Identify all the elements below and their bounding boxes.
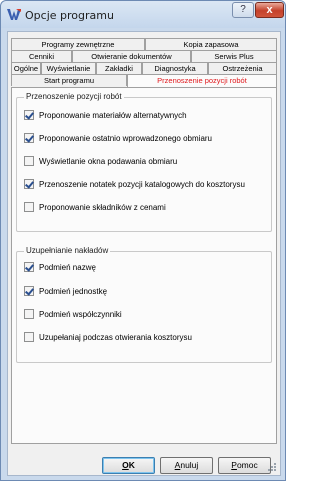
- tab-row-3: Ogólne Wyświetlanie Zakładki Diagnostyka…: [11, 62, 277, 74]
- tab-row-2: Cenniki Otwieranie dokumentów Serwis Plu…: [11, 50, 277, 62]
- checkbox-label: Podmień jednostkę: [39, 286, 108, 296]
- checkbox-label: Podmień nazwę: [39, 262, 96, 272]
- checkbox[interactable]: [24, 110, 34, 120]
- help-title-button[interactable]: ?: [232, 2, 254, 18]
- option-notatki-pozycji[interactable]: Przenoszenie notatek pozycji katalogowyc…: [24, 178, 245, 190]
- tab-panel: Przenoszenie pozycji robót Proponowanie …: [11, 87, 277, 444]
- group-title: Uzupełnianie nakładów: [24, 246, 111, 256]
- tab-serwis-plus[interactable]: Serwis Plus: [191, 50, 277, 62]
- resize-grip-icon[interactable]: [267, 462, 277, 472]
- cancel-button[interactable]: Anuluj: [160, 457, 213, 474]
- option-podmien-wspolczynniki[interactable]: Podmień współczynniki: [24, 308, 122, 320]
- option-okno-obmiaru[interactable]: Wyświetlanie okna podawania obmiaru: [24, 155, 177, 167]
- help-label-rest: omoc: [236, 460, 258, 470]
- checkbox[interactable]: [24, 202, 34, 212]
- ok-hotkey: O: [122, 460, 129, 470]
- tab-wyswietlanie[interactable]: Wyświetlanie: [41, 62, 96, 74]
- close-icon: x: [266, 4, 273, 16]
- group-uzupelnianie-nakladow: Uzupełnianie nakładów Podmień nazwę Podm…: [16, 246, 272, 363]
- tab-przenoszenie-pozycji-robot[interactable]: Przenoszenie pozycji robót: [127, 74, 277, 87]
- tab-row-4: Start programu Przenoszenie pozycji robó…: [11, 74, 277, 87]
- cancel-label-rest: nuluj: [180, 460, 199, 470]
- checkbox-label: Podmień współczynniki: [39, 309, 122, 319]
- app-logo-icon: [7, 9, 21, 20]
- group-title: Przenoszenie pozycji robót: [24, 92, 124, 102]
- checkbox-label: Wyświetlanie okna podawania obmiaru: [39, 156, 178, 166]
- tab-programy-zewnetrzne[interactable]: Programy zewnętrzne: [11, 38, 145, 50]
- option-podmien-jednostke[interactable]: Podmień jednostkę: [24, 285, 107, 297]
- tab-ogolne[interactable]: Ogólne: [11, 62, 41, 74]
- checkbox-label: Proponowanie składników z cenami: [39, 202, 166, 212]
- tab-zakladki[interactable]: Zakładki: [96, 62, 142, 74]
- tab-diagnostyka[interactable]: Diagnostyka: [142, 62, 208, 74]
- checkbox-label: Proponowanie materiałów alternatywnych: [39, 110, 187, 120]
- tab-row-1: Programy zewnętrzne Kopia zapasowa: [11, 38, 277, 50]
- checkbox-label: Proponowanie ostatnio wprowadzonego obmi…: [39, 133, 212, 143]
- options-dialog: Opcje programu ? x Programy zewnętrzne K…: [0, 0, 286, 481]
- tab-otwieranie-dokumentow[interactable]: Otwieranie dokumentów: [72, 50, 191, 62]
- tab-cenniki[interactable]: Cenniki: [11, 50, 72, 62]
- option-uzupelniaj-przy-otwieraniu[interactable]: Uzupełaniaj podczas otwierania kosztorys…: [24, 331, 192, 343]
- window-title: Opcje programu: [25, 9, 114, 22]
- option-skladniki-z-cenami[interactable]: Proponowanie składników z cenami: [24, 201, 166, 213]
- title-bar[interactable]: Opcje programu ? x: [1, 1, 285, 28]
- option-ostatni-obmiar[interactable]: Proponowanie ostatnio wprowadzonego obmi…: [24, 132, 212, 144]
- ok-label-rest: K: [128, 460, 135, 470]
- option-materialy-alternatywne[interactable]: Proponowanie materiałów alternatywnych: [24, 109, 187, 121]
- question-icon: ?: [240, 4, 246, 15]
- checkbox[interactable]: [24, 309, 34, 319]
- tab-start-programu[interactable]: Start programu: [11, 74, 127, 86]
- ok-button[interactable]: OK: [102, 457, 155, 474]
- checkbox-label: Przenoszenie notatek pozycji katalogowyc…: [39, 179, 245, 189]
- option-podmien-nazwe[interactable]: Podmień nazwę: [24, 261, 96, 273]
- dialog-body: Programy zewnętrzne Kopia zapasowa Cenni…: [7, 31, 281, 476]
- group-przenoszenie-pozycji: Przenoszenie pozycji robót Proponowanie …: [16, 92, 272, 232]
- tab-kopia-zapasowa[interactable]: Kopia zapasowa: [145, 38, 277, 50]
- close-button[interactable]: x: [255, 2, 284, 18]
- checkbox[interactable]: [24, 179, 34, 189]
- checkbox[interactable]: [24, 286, 34, 296]
- checkbox[interactable]: [24, 133, 34, 143]
- checkbox[interactable]: [24, 156, 34, 166]
- checkbox[interactable]: [24, 332, 34, 342]
- tab-ostrzezenia[interactable]: Ostrzeżenia: [208, 62, 277, 74]
- checkbox[interactable]: [24, 262, 34, 272]
- checkbox-label: Uzupełaniaj podczas otwierania kosztorys…: [39, 332, 192, 342]
- help-button[interactable]: Pomoc: [218, 457, 271, 474]
